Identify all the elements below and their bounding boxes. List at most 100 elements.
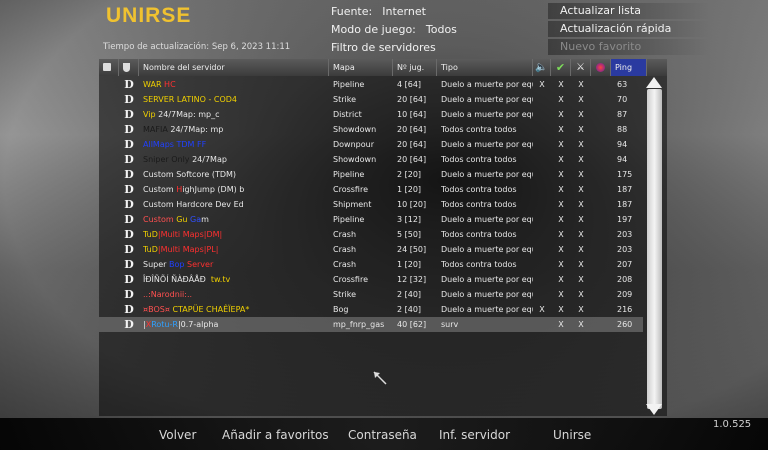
row-server-name: Custom Hardcore Dev Ed <box>143 197 329 212</box>
server-name-segment: |Multi Maps|DM| <box>157 230 223 239</box>
col-hardcore[interactable]: ✔ <box>551 59 571 76</box>
shield-icon <box>123 63 130 72</box>
server-name-segment: m <box>201 215 209 224</box>
table-row[interactable]: Dmp_fnrp_gas 40 [62] surv X X 260 |XRotu-R|0.7… <box>99 317 643 332</box>
source-selector[interactable]: Fuente: Internet <box>331 5 426 18</box>
quick-refresh-button[interactable]: Actualización rápida <box>548 21 710 37</box>
row-server-name: TuD|Multi Maps|PL| <box>143 242 329 257</box>
row-mod <box>591 197 611 212</box>
table-row[interactable]: D Crossfire 12 [32] Duelo a muerte por equ X… <box>99 272 643 287</box>
row-ffa: X <box>578 200 584 209</box>
col-map[interactable]: Mapa <box>329 59 393 76</box>
scrollbar[interactable] <box>643 77 667 416</box>
scroll-down-icon[interactable] <box>646 404 662 415</box>
row-hardcore: X <box>558 245 564 254</box>
row-mod <box>591 92 611 107</box>
game-mode-selector[interactable]: Modo de juego: Todos <box>331 23 457 36</box>
table-row[interactable]: D District 10 [64] Duelo a muerte por equ X X… <box>99 107 643 122</box>
row-type: Duelo a muerte por equ <box>441 140 533 149</box>
row-players: 4 [64] <box>397 80 422 89</box>
server-list-header: Nombre del servidor Mapa Nº jug. Tipo 🔈 … <box>99 59 667 76</box>
table-row[interactable]: D Downpour 20 [64] Duelo a muerte por equ X X… <box>99 137 643 152</box>
server-name-segment: Gu <box>176 215 188 224</box>
row-players: 20 [64] <box>397 140 427 149</box>
col-type[interactable]: Tipo <box>437 59 533 76</box>
col-ping[interactable]: Ping <box>611 59 647 76</box>
table-row[interactable]: D Strike 20 [64] Duelo a muerte por equ X X 70… <box>99 92 643 107</box>
row-mod <box>591 107 611 122</box>
row-server-name: ÎÐÎÑÕÍ ÑÀÐÂÅÐ tw.tv <box>143 272 329 287</box>
server-name-segment: AllMaps TDM FF <box>143 140 207 149</box>
row-map: Crossfire <box>333 275 369 284</box>
page-title: UNIRSE <box>106 4 192 27</box>
server-name-segment: TuD <box>143 245 158 254</box>
row-mod <box>591 272 611 287</box>
table-row[interactable]: D Crossfire 1 [20] Todos contra todos X X 187 C… <box>99 182 643 197</box>
col-voice[interactable]: 🔈 <box>533 59 551 76</box>
refresh-list-button[interactable]: Actualizar lista <box>548 3 710 19</box>
add-favorite-button[interactable]: Añadir a favoritos <box>222 428 329 442</box>
back-button[interactable]: Volver <box>159 428 196 442</box>
table-row[interactable]: D Crash 5 [50] Todos contra todos X X 203 TuD|M… <box>99 227 643 242</box>
col-ffa[interactable]: ⚔ <box>571 59 591 76</box>
table-row[interactable]: D Pipeline 3 [12] Duelo a muerte por equ X X 1… <box>99 212 643 227</box>
table-row[interactable]: D Pipeline 4 [64] Duelo a muerte por equ X X X… <box>99 77 643 92</box>
row-map: Pipeline <box>333 80 365 89</box>
table-row[interactable]: D Bog 2 [40] Duelo a muerte por equ X X X 216 ¤B… <box>99 302 643 317</box>
join-button[interactable]: Unirse <box>553 428 591 442</box>
row-mod <box>591 122 611 137</box>
server-name-segment: ighJump (DM) b <box>182 185 245 194</box>
row-hardcore: X <box>558 275 564 284</box>
server-name-segment: Sniper Only <box>143 155 193 164</box>
col-players[interactable]: Nº jug. <box>393 59 437 76</box>
row-map: Crash <box>333 245 357 254</box>
col-mod[interactable] <box>591 59 611 76</box>
row-voice <box>533 92 551 107</box>
server-info-button[interactable]: Inf. servidor <box>439 428 510 442</box>
row-hardcore: X <box>558 320 564 329</box>
row-voice <box>533 212 551 227</box>
row-mod <box>591 242 611 257</box>
dedicated-icon: D <box>124 273 134 286</box>
row-type: Duelo a muerte por equ <box>441 95 533 104</box>
row-voice <box>533 167 551 182</box>
password-button[interactable]: Contraseña <box>348 428 417 442</box>
col-server-name[interactable]: Nombre del servidor <box>139 59 329 76</box>
row-server-name: MAFIA 24/7Map: mp <box>143 122 329 137</box>
col-dedicated[interactable] <box>119 59 139 76</box>
table-row[interactable]: D Shipment 10 [20] Todos contra todos X X 187 C… <box>99 197 643 212</box>
row-ffa: X <box>578 275 584 284</box>
row-mod <box>591 302 611 317</box>
server-filter-button[interactable]: Filtro de servidores <box>331 41 436 54</box>
scroll-up-icon[interactable] <box>646 77 662 88</box>
scroll-thumb[interactable] <box>647 89 662 409</box>
table-row[interactable]: D Showdown 20 [64] Todos contra todos X X 94 Sn… <box>99 152 643 167</box>
row-players: 24 [50] <box>397 245 427 254</box>
table-row[interactable]: D Strike 2 [40] Duelo a muerte por equ X X 209… <box>99 287 643 302</box>
row-server-name: Custom HighJump (DM) b <box>143 182 329 197</box>
row-map: Crash <box>333 230 357 239</box>
row-server-name: SERVER LATINO - COD4 <box>143 92 329 107</box>
row-voice <box>533 197 551 212</box>
row-server-name: AllMaps TDM FF <box>143 137 329 152</box>
dedicated-icon: D <box>124 303 134 316</box>
row-ffa: X <box>578 305 584 314</box>
row-players: 2 [40] <box>397 290 422 299</box>
row-players: 1 [20] <box>397 185 422 194</box>
table-row[interactable]: D Crash 1 [20] Todos contra todos X X 207 Super… <box>99 257 643 272</box>
table-row[interactable]: D Showdown 20 [64] Todos contra todos X X 88 MA… <box>99 122 643 137</box>
row-hardcore: X <box>558 290 564 299</box>
dedicated-icon: D <box>124 318 134 331</box>
row-mod <box>591 227 611 242</box>
row-voice <box>533 227 551 242</box>
row-mod <box>591 317 611 332</box>
row-type: Duelo a muerte por equ <box>441 170 533 179</box>
server-name-segment: Ga <box>190 215 202 224</box>
row-ffa: X <box>578 320 584 329</box>
row-ffa: X <box>578 95 584 104</box>
table-row[interactable]: D Crash 24 [50] Duelo a muerte por equ X X 203… <box>99 242 643 257</box>
col-lock[interactable] <box>99 59 119 76</box>
row-mod <box>591 182 611 197</box>
dedicated-icon: D <box>124 138 134 151</box>
table-row[interactable]: D Pipeline 2 [20] Duelo a muerte por equ X X 1… <box>99 167 643 182</box>
